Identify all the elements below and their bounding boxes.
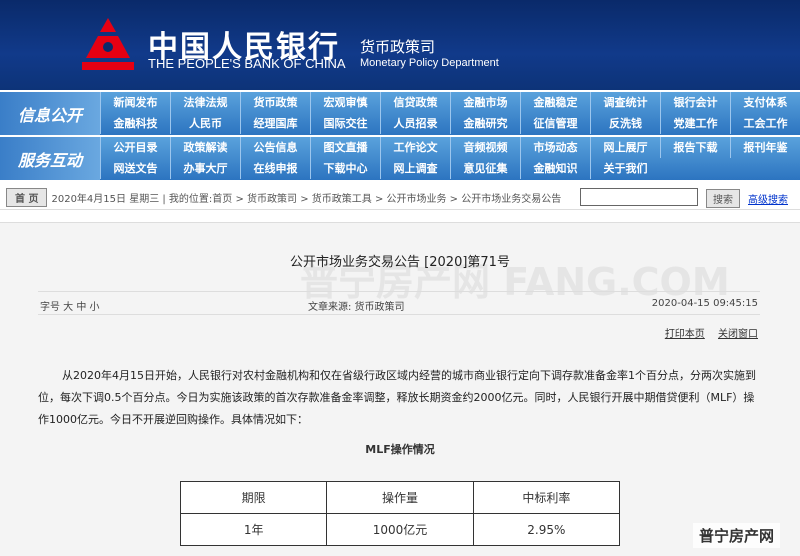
nav-group: 服务互动 公开目录 政策解读 公告信息 图文直播 工作论文 音频视频 市场动态 网上展厅 报告下载… [0, 137, 800, 180]
table-header: 操作量 [326, 481, 474, 514]
watermark-corner: 普宁房产网 [692, 523, 780, 548]
nav-group-label[interactable]: 服务互动 [0, 137, 100, 180]
nav-item[interactable]: 办事大厅 [170, 158, 240, 179]
nav-item[interactable]: 征信管理 [520, 113, 590, 134]
nav-item[interactable]: 意见征集 [450, 158, 520, 179]
nav-item[interactable]: 图文直播 [310, 137, 380, 158]
nav-item[interactable]: 反洗钱 [590, 113, 660, 134]
nav-item[interactable]: 支付体系 [730, 92, 800, 113]
nav-item[interactable]: 音频视频 [450, 137, 520, 158]
article-meta: 字号 大 中 小 文章来源: 货币政策司 2020-04-15 09:45:15 [38, 291, 760, 315]
nav-item[interactable]: 金融知识 [520, 158, 590, 179]
nav-item[interactable]: 公告信息 [240, 137, 310, 158]
nav-item[interactable]: 经理国库 [240, 113, 310, 134]
font-size-control[interactable]: 字号 大 中 小 [40, 298, 100, 313]
nav-item[interactable]: 网上展厅 [590, 137, 660, 158]
nav-item[interactable]: 金融市场 [450, 92, 520, 113]
nav-item[interactable]: 宏观审慎 [310, 92, 380, 113]
nav-item[interactable]: 政策解读 [170, 137, 240, 158]
article-body: 从2020年4月15日开始，人民银行对农村金融机构和仅在省级行政区域内经营的城市… [38, 369, 756, 426]
nav-item[interactable]: 银行会计 [660, 92, 730, 113]
nav-item[interactable]: 下载中心 [310, 158, 380, 179]
nav-item[interactable]: 人员招录 [380, 113, 450, 134]
pboc-logo-icon [82, 18, 134, 70]
nav-item[interactable]: 金融研究 [450, 113, 520, 134]
nav-item[interactable]: 法律法规 [170, 92, 240, 113]
search-button[interactable]: 搜索 [706, 189, 740, 208]
table-header: 期限 [179, 481, 328, 514]
nav-item[interactable]: 在线申报 [240, 158, 310, 179]
main-nav: 信息公开 新闻发布 法律法规 货币政策 宏观审慎 信贷政策 金融市场 金融稳定 调查统计 银行会计… [0, 92, 800, 180]
article: 普宁房产网 FANG.COM 公开市场业务交易公告 [2020]第71号 字号 … [0, 222, 800, 556]
nav-item[interactable]: 人民币 [170, 113, 240, 134]
department-en: Monetary Policy Department [360, 57, 499, 69]
nav-item[interactable]: 工作论文 [380, 137, 450, 158]
nav-item[interactable]: 报告下载 [660, 137, 730, 158]
nav-item[interactable]: 市场动态 [520, 137, 590, 158]
print-link[interactable]: 打印本页 [665, 329, 705, 340]
table-cell: 1000亿元 [326, 513, 474, 546]
article-datetime: 2020-04-15 09:45:15 [651, 298, 758, 309]
home-button[interactable]: 首 页 [6, 188, 48, 207]
article-source: 文章来源: 货币政策司 [308, 302, 405, 313]
nav-item[interactable]: 公开目录 [100, 137, 170, 158]
table-row: 1年 1000亿元 2.95% [179, 513, 621, 546]
site-header: 中国人民银行 THE PEOPLE'S BANK OF CHINA 货币政策司 … [0, 0, 800, 90]
table-title: MLF操作情况 [365, 443, 435, 456]
close-window-link[interactable]: 关闭窗口 [718, 329, 758, 340]
search-input[interactable] [580, 188, 698, 206]
article-title: 公开市场业务交易公告 [2020]第71号 [290, 255, 510, 270]
department-cn: 货币政策司 [360, 38, 436, 56]
nav-item[interactable]: 工会工作 [730, 113, 800, 134]
nav-item[interactable]: 新闻发布 [100, 92, 170, 113]
nav-item[interactable]: 网送文告 [100, 158, 170, 179]
nav-group-label[interactable]: 信息公开 [0, 92, 100, 135]
table-header-row: 期限 操作量 中标利率 [179, 481, 621, 514]
nav-item[interactable]: 金融科技 [100, 113, 170, 134]
nav-group: 信息公开 新闻发布 法律法规 货币政策 宏观审慎 信贷政策 金融市场 金融稳定 调查统计 银行会计… [0, 92, 800, 135]
nav-item[interactable]: 网上调查 [380, 158, 450, 179]
bank-name-en: THE PEOPLE'S BANK OF CHINA [148, 56, 346, 71]
table-cell: 1年 [179, 513, 328, 546]
mlf-table: 期限 操作量 中标利率 1年 1000亿元 2.95% [179, 481, 621, 546]
advanced-search-link[interactable]: 高级搜索 [748, 191, 788, 206]
nav-item[interactable]: 信贷政策 [380, 92, 450, 113]
breadcrumb: 2020年4月15日 星期三 | 我的位置:首页 > 货币政策司 > 货币政策工… [51, 194, 562, 205]
nav-item[interactable]: 货币政策 [240, 92, 310, 113]
nav-item[interactable]: 金融稳定 [520, 92, 590, 113]
nav-item[interactable]: 国际交往 [310, 113, 380, 134]
nav-item[interactable]: 党建工作 [660, 113, 730, 134]
table-header: 中标利率 [472, 481, 621, 514]
breadcrumb-bar: 首 页 2020年4月15日 星期三 | 我的位置:首页 > 货币政策司 > 货… [0, 186, 800, 210]
nav-item[interactable]: 报刊年鉴 [730, 137, 800, 158]
nav-item[interactable]: 关于我们 [590, 158, 660, 179]
nav-item[interactable]: 调查统计 [590, 92, 660, 113]
table-cell: 2.95% [472, 513, 621, 546]
